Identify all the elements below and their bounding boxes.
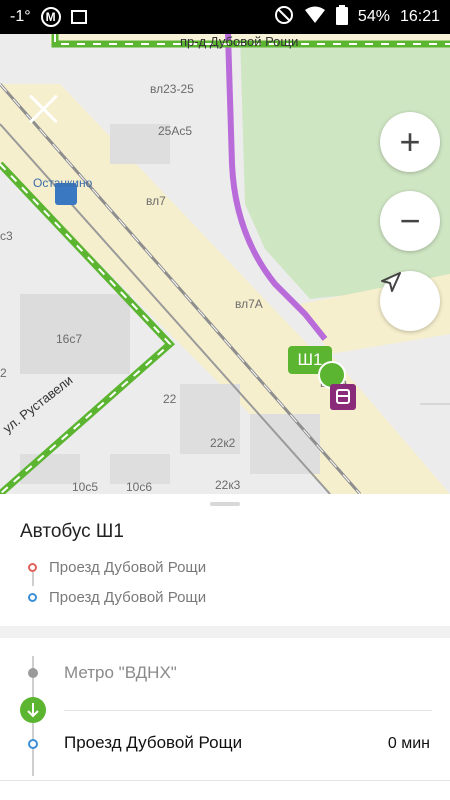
stop-list: Метро "ВДНХ" Проезд Дубовой Рощи 0 мин [0, 638, 450, 800]
battery-icon [335, 4, 348, 30]
zoom-in-button[interactable]: + [380, 112, 440, 172]
building-label: с3 [0, 229, 13, 243]
status-right: 54% 16:21 [274, 0, 440, 34]
past-stop-dot-icon [28, 668, 38, 678]
stop-name: Метро "ВДНХ" [64, 663, 177, 682]
status-bar: -1° М 54% 16:21 [0, 0, 450, 34]
image-icon [70, 10, 87, 24]
location-arrow-icon [381, 272, 401, 292]
building-label: 22 [163, 392, 177, 406]
locate-me-button[interactable] [380, 271, 440, 331]
arrival-time: 0 мин [387, 735, 430, 752]
plus-icon: + [399, 121, 421, 162]
drag-handle[interactable] [210, 502, 240, 506]
building-label: 10с6 [126, 480, 153, 494]
route-title: Автобус Ш1 [20, 521, 124, 542]
current-stop-dot-icon [28, 739, 38, 749]
signal-text: -1° [10, 8, 31, 25]
zoom-out-button[interactable]: − [380, 191, 440, 251]
metro-icon: М [40, 7, 61, 27]
building-label: 10с5 [72, 480, 99, 494]
origin-dot-icon [28, 563, 37, 572]
building-label: 25Ас5 [158, 124, 193, 138]
bus-position-icon [20, 697, 46, 723]
map-view[interactable]: пр-д Дубовой Рощи ул. Руставели Останкин… [0, 34, 450, 494]
stop-separator [64, 710, 432, 711]
building-label: 16с7 [56, 332, 83, 346]
status-left: -1° М [10, 0, 87, 34]
building-label: 22к3 [215, 478, 241, 492]
building-label: вл23-25 [150, 82, 194, 96]
route-info-sheet[interactable]: Автобус Ш1 Проезд Дубовой Рощи Проезд Ду… [0, 494, 450, 800]
section-divider [0, 626, 450, 638]
stop-name: Проезд Дубовой Рощи [64, 733, 243, 752]
building-label: вл7 [146, 194, 166, 208]
bus-stop-icon[interactable] [330, 384, 356, 410]
direction-from: Проезд Дубовой Рощи [28, 559, 206, 576]
battery-percent: 54% [357, 8, 390, 25]
building-label: 22к2 [210, 436, 236, 450]
close-button[interactable] [28, 94, 58, 124]
station-label: Останкино [33, 176, 93, 190]
map-canvas [0, 34, 450, 494]
direction-to: Проезд Дубовой Рощи [28, 589, 206, 606]
dnd-icon [274, 5, 294, 30]
building-label: 2 [0, 366, 7, 380]
wifi-icon [304, 6, 326, 29]
street-label-top: пр-д Дубовой Рощи [180, 34, 299, 49]
clock: 16:21 [399, 8, 440, 25]
direction-to-label: Проезд Дубовой Рощи [49, 589, 207, 606]
stop-separator [0, 780, 450, 781]
direction-connector [32, 572, 34, 586]
metro-letter: М [45, 10, 56, 24]
building-label: вл7А [235, 297, 263, 311]
minus-icon: − [399, 200, 421, 241]
destination-dot-icon [28, 593, 37, 602]
direction-from-label: Проезд Дубовой Рощи [49, 559, 207, 576]
